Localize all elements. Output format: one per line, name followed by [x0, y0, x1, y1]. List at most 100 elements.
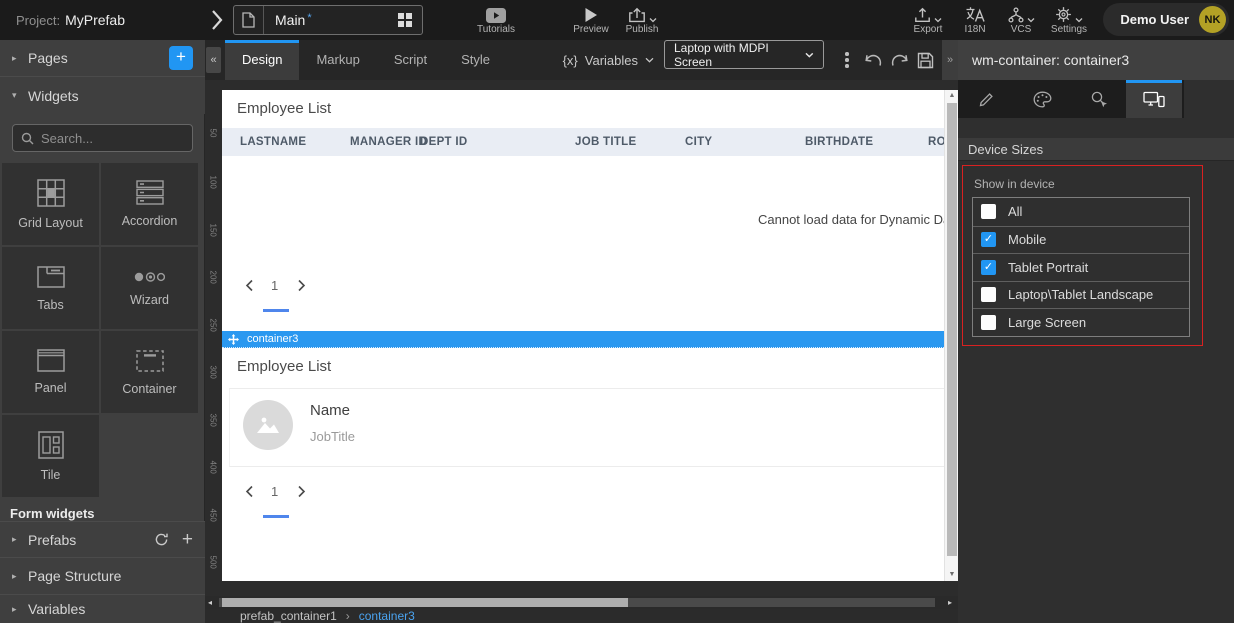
widget-wizard[interactable]: Wizard — [101, 247, 198, 329]
search-input[interactable] — [12, 124, 193, 152]
scroll-up-icon[interactable] — [945, 90, 959, 102]
tab-properties[interactable] — [958, 80, 1014, 118]
add-page-button[interactable] — [169, 46, 193, 70]
image-placeholder[interactable] — [243, 400, 293, 450]
preview-button[interactable]: Preview — [566, 0, 616, 40]
undo-button[interactable] — [860, 40, 886, 80]
widgets-label: Widgets — [28, 88, 79, 104]
checkbox[interactable] — [981, 287, 996, 302]
list-pagination: 1 — [237, 482, 327, 526]
sidebar-section-pages[interactable]: Pages — [0, 40, 205, 77]
current-page-name: Main* — [264, 12, 388, 28]
column-header[interactable]: CITY — [685, 136, 712, 148]
vertical-ruler: 50 100 150 200 250 300 350 400 450 500 — [205, 90, 222, 581]
next-page-icon[interactable] — [297, 485, 306, 498]
scroll-left-icon[interactable] — [208, 596, 212, 609]
scroll-right-icon[interactable] — [948, 596, 952, 609]
breadcrumb-item[interactable]: prefab_container1 — [240, 609, 337, 623]
vertical-scrollbar[interactable] — [944, 90, 958, 581]
checkbox[interactable] — [981, 260, 996, 275]
device-select[interactable]: Laptop with MDPI Screen — [664, 40, 824, 69]
column-header[interactable]: RO — [928, 136, 944, 148]
active-page-underline — [263, 515, 289, 518]
prev-page-icon[interactable] — [245, 279, 254, 292]
column-header[interactable]: BIRTHDATE — [805, 136, 873, 148]
scrollbar-thumb[interactable] — [222, 598, 628, 607]
annotation-highlight: Show in device All Mobile Tablet Portrai… — [962, 165, 1203, 346]
play-icon — [584, 6, 598, 23]
widget-search — [12, 124, 193, 152]
next-page-icon[interactable] — [297, 279, 306, 292]
prefabs-label: Prefabs — [28, 532, 76, 548]
column-header[interactable]: DEPT ID — [420, 136, 467, 148]
widget-panel[interactable]: Panel — [2, 331, 99, 413]
checkbox[interactable] — [981, 232, 996, 247]
tutorials-button[interactable]: Tutorials — [468, 0, 524, 40]
device-row-mobile[interactable]: Mobile — [973, 226, 1189, 254]
refresh-icon[interactable] — [154, 532, 169, 547]
tab-markup[interactable]: Markup — [299, 40, 376, 80]
tab-device-sizes[interactable] — [1126, 80, 1182, 118]
column-header[interactable]: JOB TITLE — [575, 136, 636, 148]
tab-design[interactable]: Design — [225, 40, 299, 80]
export-button[interactable]: Export — [903, 0, 953, 40]
prev-page-icon[interactable] — [245, 485, 254, 498]
chevron-right-icon[interactable] — [210, 9, 224, 31]
widget-grid-layout[interactable]: Grid Layout — [2, 163, 99, 245]
publish-icon — [628, 7, 646, 23]
tab-styles[interactable] — [1014, 80, 1070, 118]
page-number[interactable]: 1 — [271, 278, 278, 293]
sidebar-section-prefabs[interactable]: Prefabs — [0, 521, 205, 558]
widget-tile[interactable]: Tile — [2, 415, 99, 497]
collapse-sidebar-icon[interactable] — [206, 47, 221, 73]
branch-icon — [1008, 7, 1024, 23]
tab-events[interactable] — [1070, 80, 1126, 118]
tab-script[interactable]: Script — [377, 40, 444, 80]
checkbox[interactable] — [981, 204, 996, 219]
variables-dropdown[interactable]: {x} Variables — [563, 40, 654, 80]
i18n-button[interactable]: I18N — [955, 0, 995, 40]
sidebar-section-page-structure[interactable]: Page Structure — [0, 558, 205, 595]
vcs-button[interactable]: VCS — [998, 0, 1044, 40]
gear-icon — [1055, 6, 1072, 23]
device-row-large-screen[interactable]: Large Screen — [973, 308, 1189, 336]
more-options-button[interactable] — [834, 40, 860, 80]
scrollbar-track[interactable] — [219, 598, 935, 607]
device-row-tablet-portrait[interactable]: Tablet Portrait — [973, 253, 1189, 281]
widget-tabs[interactable]: Tabs — [2, 247, 99, 329]
horizontal-scrollbar[interactable] — [205, 596, 958, 609]
publish-button[interactable]: Publish — [614, 0, 670, 40]
pages-grid-icon[interactable] — [388, 13, 422, 27]
user-menu[interactable]: Demo User NK — [1103, 3, 1229, 36]
page-structure-label: Page Structure — [28, 568, 121, 584]
avatar: NK — [1199, 6, 1226, 33]
save-button[interactable] — [912, 40, 938, 80]
checkbox[interactable] — [981, 315, 996, 330]
redo-button[interactable] — [886, 40, 912, 80]
widget-container[interactable]: Container — [101, 331, 198, 413]
scrollbar-thumb[interactable] — [947, 103, 957, 556]
page-preview[interactable]: Employee List LASTNAME MANAGER ID DEPT I… — [222, 90, 944, 581]
page-selector[interactable]: Main* — [233, 5, 423, 35]
column-header[interactable]: MANAGER ID — [350, 136, 427, 148]
selected-widget-title: wm-container: container3 — [958, 40, 1234, 80]
page-number[interactable]: 1 — [271, 484, 278, 499]
settings-button[interactable]: Settings — [1042, 0, 1096, 40]
widget-accordion[interactable]: Accordion — [101, 163, 198, 245]
expand-panel-icon[interactable] — [942, 40, 958, 80]
tab-style[interactable]: Style — [444, 40, 507, 80]
breadcrumb-item-active[interactable]: container3 — [359, 609, 415, 623]
sidebar-section-variables[interactable]: Variables — [0, 595, 205, 623]
grid-layout-icon — [37, 179, 65, 207]
sidebar-section-widgets[interactable]: Widgets — [0, 77, 205, 114]
device-row-all[interactable]: All — [973, 198, 1189, 226]
device-row-laptop-tablet-landscape[interactable]: Laptop\Tablet Landscape — [973, 281, 1189, 309]
scroll-down-icon[interactable] — [945, 569, 959, 581]
photo-icon — [254, 411, 282, 439]
list-item[interactable] — [229, 388, 944, 467]
export-icon — [914, 7, 931, 23]
section-device-sizes[interactable]: Device Sizes — [958, 138, 1234, 161]
add-prefab-button[interactable] — [182, 532, 193, 548]
column-header[interactable]: LASTNAME — [240, 136, 306, 148]
selected-container-bar[interactable]: container3 — [222, 331, 944, 348]
